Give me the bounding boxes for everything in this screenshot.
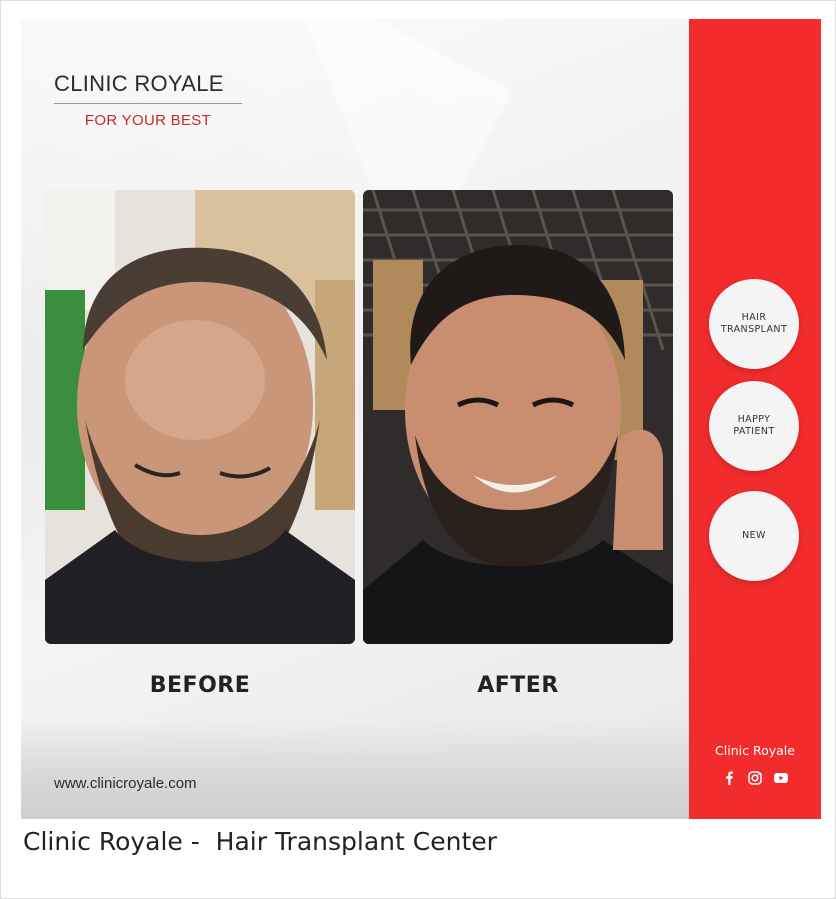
brand-logo: CLINIC ROYALE FOR YOUR BEST	[54, 71, 242, 129]
badge-hair-transplant: HAIR TRANSPLANT	[709, 279, 799, 369]
brand-name: CLINIC ROYALE	[54, 71, 224, 96]
after-photo	[363, 190, 673, 644]
image-frame: CLINIC ROYALE FOR YOUR BEST BEFORE AFTER…	[0, 0, 836, 899]
badge-line: PATIENT	[733, 426, 775, 437]
after-label: AFTER	[477, 673, 559, 698]
social-links	[689, 771, 821, 785]
brand-tagline: FOR YOUR BEST	[84, 112, 212, 129]
sidebar-brand: Clinic Royale	[715, 743, 795, 758]
badge-new: NEW	[709, 491, 799, 581]
badge-line: HAIR	[741, 312, 767, 323]
before-photo-illustration	[45, 190, 355, 644]
bottom-gradient	[21, 719, 689, 819]
youtube-icon[interactable]	[774, 771, 788, 785]
instagram-icon[interactable]	[748, 771, 762, 785]
badge-line: NEW	[742, 530, 766, 541]
badge-line: HAPPY	[737, 414, 771, 425]
image-caption: Clinic Royale - Hair Transplant Center	[23, 827, 497, 856]
promo-card[interactable]: CLINIC ROYALE FOR YOUR BEST BEFORE AFTER…	[21, 19, 821, 819]
badge-happy-patient: HAPPY PATIENT	[709, 381, 799, 471]
badge-line: TRANSPLANT	[720, 324, 788, 335]
brand-divider	[54, 103, 242, 104]
red-sidebar: HAIR TRANSPLANT HAPPY PATIENT NEW Clinic…	[689, 19, 821, 819]
before-label: BEFORE	[149, 673, 251, 698]
facebook-icon[interactable]	[722, 771, 736, 785]
after-photo-illustration	[363, 190, 673, 644]
before-photo	[45, 190, 355, 644]
website-url: www.clinicroyale.com	[54, 775, 197, 792]
